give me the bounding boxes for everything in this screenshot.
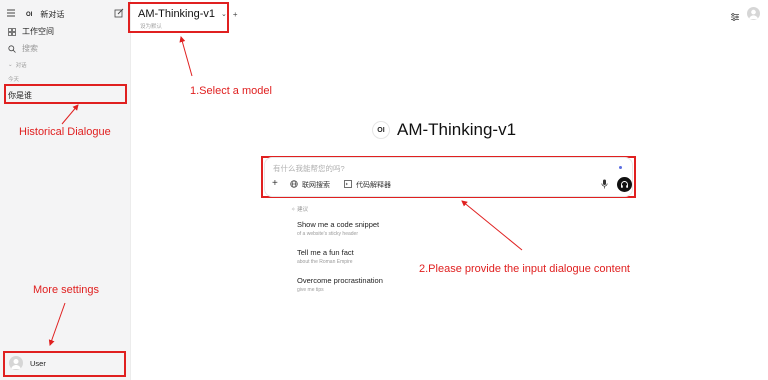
plus-icon[interactable]: + — [272, 178, 278, 189]
globe-icon — [290, 180, 298, 190]
suggestion-title: Overcome procrastination — [297, 276, 383, 285]
suggestions-header: ✧ 建议 — [291, 205, 308, 213]
microphone-icon[interactable] — [601, 179, 608, 189]
headphones-icon — [621, 181, 628, 188]
chat-input-box[interactable]: 有什么我能帮您的吗? + 联网搜索 代码解释器 — [264, 157, 633, 197]
hero-model-name: AM-Thinking-v1 — [397, 120, 517, 139]
chat-input-placeholder[interactable]: 有什么我能帮您的吗? — [273, 163, 345, 174]
arrow-more-settings — [48, 302, 66, 346]
code-interpreter-button[interactable]: 代码解释器 — [344, 180, 391, 190]
annotation-historical: Historical Dialogue — [19, 126, 111, 138]
status-dot-icon — [619, 166, 622, 169]
suggestion-subtitle: give me tips — [297, 287, 324, 293]
hero-model: OI AM-Thinking-v1 — [372, 120, 516, 140]
annotation-more-settings: More settings — [33, 284, 100, 296]
arrow-select-model — [179, 36, 193, 77]
suggestion-subtitle: of a website's sticky header — [297, 231, 358, 237]
code-interpreter-label: 代码解释器 — [356, 182, 391, 189]
web-search-button[interactable]: 联网搜索 — [290, 180, 330, 190]
arrow-provide-input — [461, 200, 523, 251]
suggestions-header-label: 建议 — [297, 207, 309, 213]
voice-mode-button[interactable] — [617, 177, 632, 192]
arrow-historical — [61, 104, 79, 125]
annotation-select-model: 1.Select a model — [190, 85, 272, 97]
annotation-provide-input: 2.Please provide the input dialogue cont… — [419, 263, 630, 275]
model-logo: OI — [372, 121, 390, 139]
terminal-icon — [344, 180, 352, 190]
suggestion-title: Tell me a fun fact — [297, 248, 354, 257]
web-search-label: 联网搜索 — [302, 182, 330, 189]
suggestion-title: Show me a code snippet — [297, 220, 380, 229]
suggestion-subtitle: about the Roman Empire — [297, 259, 353, 265]
